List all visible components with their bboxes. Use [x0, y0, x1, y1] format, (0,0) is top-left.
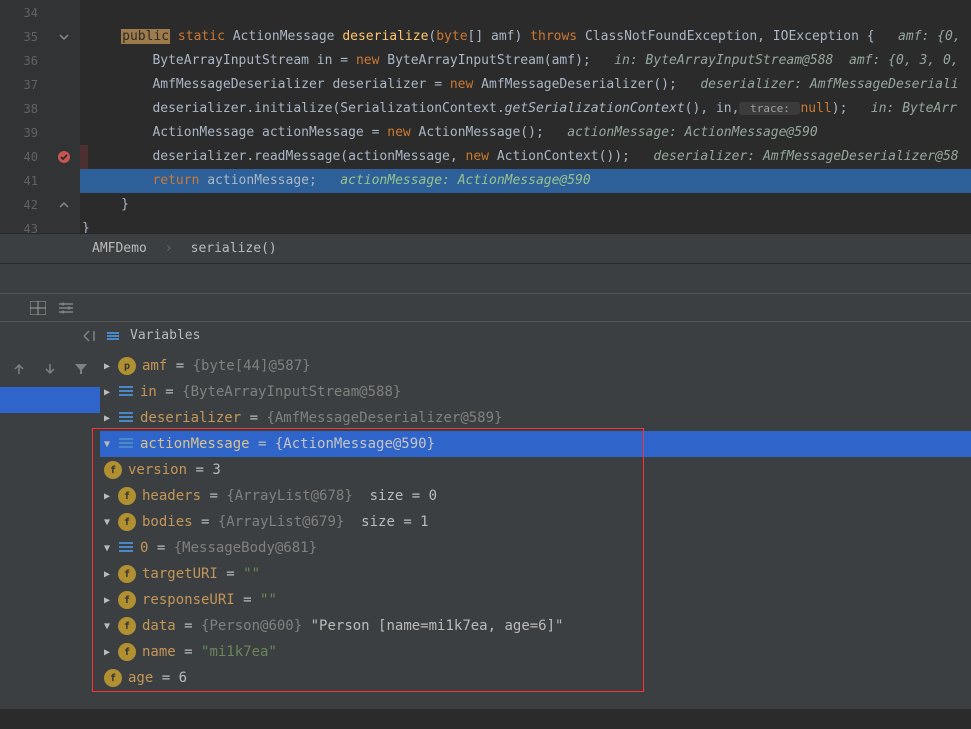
collapse-icon[interactable]: ▼	[100, 621, 114, 632]
code-content[interactable]: public static ActionMessage deserialize(…	[80, 0, 971, 233]
object-icon	[118, 437, 134, 451]
expand-icon[interactable]: ▶	[100, 491, 114, 502]
breadcrumb[interactable]: AMFDemo › serialize()	[0, 233, 971, 263]
expand-icon[interactable]: ▶	[100, 595, 114, 606]
var-bodies[interactable]: ▼fbodies = {ArrayList@679} size = 1	[100, 509, 971, 535]
field-badge-icon: f	[118, 591, 136, 609]
var-deserializer[interactable]: ▶deserializer = {AmfMessageDeserializer@…	[100, 405, 971, 431]
field-badge-icon: f	[118, 565, 136, 583]
var-headers[interactable]: ▶fheaders = {ArrayList@678} size = 0	[100, 483, 971, 509]
gutter-icons	[48, 0, 80, 233]
expand-icon[interactable]: ▶	[100, 413, 114, 424]
var-body-0[interactable]: ▼0 = {MessageBody@681}	[100, 535, 971, 561]
breakpoint-icon[interactable]	[57, 150, 71, 164]
field-badge-icon: f	[118, 617, 136, 635]
expand-icon[interactable]: ▶	[100, 361, 114, 372]
expand-icon[interactable]: ▶	[100, 569, 114, 580]
step-up-icon[interactable]	[9, 359, 29, 379]
panel-divider	[0, 263, 971, 293]
variables-tree[interactable]: ▶pamf = {byte[44]@587} ▶in = {ByteArrayI…	[100, 349, 971, 709]
object-icon	[118, 541, 134, 555]
collapse-icon[interactable]: ▼	[100, 543, 114, 554]
line-numbers: 34353637 38394041 4243	[0, 0, 48, 233]
collapse-icon[interactable]	[58, 31, 70, 43]
variables-label: Variables	[130, 328, 200, 343]
expand-icon[interactable]: ▶	[100, 387, 114, 398]
breadcrumb-method[interactable]: serialize()	[191, 241, 277, 256]
variables-header: Variables	[0, 321, 971, 349]
chevron-right-icon: ›	[165, 241, 173, 256]
stepping-controls	[0, 349, 100, 709]
variables-panel: ▶pamf = {byte[44]@587} ▶in = {ByteArrayI…	[0, 349, 971, 709]
var-version[interactable]: fversion = 3	[100, 457, 971, 483]
var-data[interactable]: ▼fdata = {Person@600} "Person [name=mi1k…	[100, 613, 971, 639]
var-actionMessage[interactable]: ▼actionMessage = {ActionMessage@590}	[100, 431, 971, 457]
object-icon	[118, 411, 134, 425]
collapse-icon[interactable]: ▼	[100, 517, 114, 528]
var-amf[interactable]: ▶pamf = {byte[44]@587}	[100, 353, 971, 379]
expand-icon[interactable]: ▶	[100, 647, 114, 658]
object-icon	[118, 385, 134, 399]
restore-layout-icon[interactable]	[82, 329, 96, 343]
expand-icon[interactable]	[58, 199, 70, 211]
settings-icon[interactable]	[56, 298, 76, 318]
var-person-age[interactable]: fage = 6	[100, 665, 971, 691]
var-person-name[interactable]: ▶fname = "mi1k7ea"	[100, 639, 971, 665]
stack-icon	[106, 329, 120, 343]
param-badge-icon: p	[118, 357, 136, 375]
frame-selection[interactable]	[0, 387, 100, 413]
field-badge-icon: f	[104, 461, 122, 479]
collapse-icon[interactable]: ▼	[100, 439, 114, 450]
code-editor[interactable]: 34353637 38394041 4243 public static Act…	[0, 0, 971, 233]
var-in[interactable]: ▶in = {ByteArrayInputStream@588}	[100, 379, 971, 405]
step-down-icon[interactable]	[40, 359, 60, 379]
field-badge-icon: f	[104, 669, 122, 687]
field-badge-icon: f	[118, 513, 136, 531]
table-view-icon[interactable]	[28, 298, 48, 318]
debug-toolbar	[0, 293, 971, 321]
var-targetURI[interactable]: ▶ftargetURI = ""	[100, 561, 971, 587]
field-badge-icon: f	[118, 643, 136, 661]
filter-icon[interactable]	[71, 359, 91, 379]
breadcrumb-class[interactable]: AMFDemo	[92, 241, 147, 256]
var-responseURI[interactable]: ▶fresponseURI = ""	[100, 587, 971, 613]
field-badge-icon: f	[118, 487, 136, 505]
